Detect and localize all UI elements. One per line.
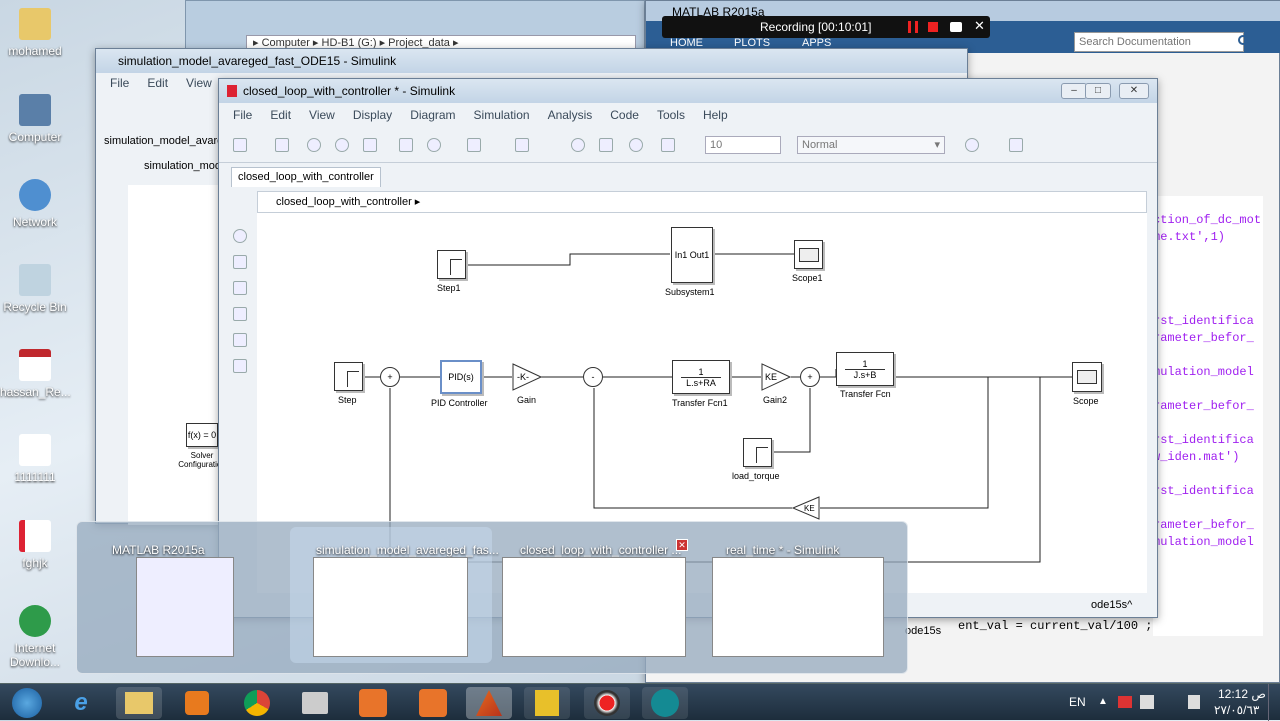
gain-block[interactable]: -K-	[512, 363, 542, 391]
scope-screen-icon	[798, 247, 819, 262]
gain-label: Gain	[517, 395, 537, 405]
tray-flag-icon[interactable]	[1118, 696, 1132, 708]
ke-feedback-value: KE	[804, 504, 815, 513]
media-player-icon[interactable]	[174, 687, 220, 719]
internet-explorer-icon: e	[74, 689, 88, 716]
pid-controller-block[interactable]: PID(s)	[440, 360, 482, 394]
arduino-logo-icon	[651, 689, 679, 717]
camera-app-icon	[419, 689, 447, 717]
thumbnail-image	[313, 557, 468, 657]
gain2-block[interactable]: KE	[761, 363, 791, 391]
app-yellow-icon[interactable]	[524, 687, 570, 719]
mpc-icon[interactable]	[292, 687, 338, 719]
subsystem1-label: Subsystem1	[665, 287, 715, 297]
thumbnail-image	[136, 557, 234, 657]
tray-volume-icon[interactable]	[1188, 695, 1200, 709]
step-label: Step	[338, 395, 357, 405]
gain-value: -K-	[517, 372, 529, 382]
scope1-label: Scope1	[792, 273, 823, 283]
step-icon	[755, 446, 768, 463]
chrome-logo-icon	[244, 690, 270, 716]
load-torque-label: load_torque	[732, 471, 780, 481]
thumbnail-image	[502, 557, 686, 657]
ke-feedback-block[interactable]: KE	[792, 496, 820, 520]
transfer-fcn1-label: Transfer Fcn1	[672, 398, 728, 408]
signal-line	[466, 253, 670, 266]
gain2-value: KE	[765, 372, 777, 382]
start-button[interactable]	[2, 687, 52, 719]
language-indicator[interactable]: EN	[1069, 695, 1086, 709]
clock-time[interactable]: 12:12 ص	[1218, 687, 1266, 701]
notepad-icon	[535, 690, 559, 716]
step1-label: Step1	[437, 283, 461, 293]
sum3-block[interactable]: +	[800, 367, 820, 387]
tray-arrow-icon[interactable]: ▲	[1098, 696, 1108, 707]
chrome-icon[interactable]	[234, 687, 280, 719]
taskbar: e EN ▲ 12:12 ص ٢٧/٠٥/٦٣	[0, 683, 1280, 721]
sum2-block[interactable]: -	[583, 367, 603, 387]
tray-network-icon[interactable]	[1140, 695, 1154, 709]
orange-app-icon	[359, 689, 387, 717]
recorder-icon[interactable]	[584, 687, 630, 719]
preview-closed-loop[interactable]: closed_loop_with_controller ... ✕	[494, 527, 694, 663]
step1-block[interactable]	[437, 250, 466, 279]
windows-logo-icon	[12, 688, 42, 718]
transfer-fcn-label: Transfer Fcn	[840, 389, 891, 399]
transfer-fcn-block[interactable]: 1 J.s+B	[836, 352, 894, 386]
matlab-taskbar-icon[interactable]	[466, 687, 512, 719]
matlab-logo-icon	[476, 690, 502, 716]
clapper-icon	[302, 692, 328, 714]
clock-date[interactable]: ٢٧/٠٥/٦٣	[1214, 703, 1259, 717]
app-orange-2-icon[interactable]	[410, 687, 456, 719]
step-icon	[449, 258, 462, 275]
step-icon	[346, 370, 359, 387]
preview-real-time[interactable]: real_time * - Simulink	[700, 527, 900, 663]
scope-screen-icon	[1077, 370, 1097, 384]
pid-controller-label: PID Controller	[431, 398, 488, 408]
sum-block[interactable]: +	[380, 367, 400, 387]
explorer-icon[interactable]	[116, 687, 162, 719]
show-desktop-button[interactable]	[1268, 684, 1280, 721]
preview-matlab[interactable]: MATLAB R2015a	[84, 527, 284, 663]
transfer-fcn1-block[interactable]: 1 L.s+RA	[672, 360, 730, 394]
ie-icon[interactable]: e	[58, 687, 104, 719]
arduino-icon[interactable]	[642, 687, 688, 719]
preview-close-icon[interactable]: ✕	[676, 539, 688, 551]
load-torque-block[interactable]	[743, 438, 772, 467]
preview-simulation-model[interactable]: simulation_model_avareged_fas...	[290, 527, 499, 663]
scope1-block[interactable]	[794, 240, 823, 269]
signal-line	[820, 369, 837, 378]
gain2-label: Gain2	[763, 395, 788, 405]
app-orange-1-icon[interactable]	[350, 687, 396, 719]
step-block[interactable]	[334, 362, 363, 391]
play-button-icon	[185, 691, 209, 715]
scope-label: Scope	[1073, 396, 1099, 406]
record-icon	[594, 690, 620, 716]
scope-block[interactable]	[1072, 362, 1102, 392]
subsystem1-block[interactable]: In1 Out1	[671, 227, 713, 283]
thumbnail-image	[712, 557, 884, 657]
folder-icon	[125, 692, 153, 714]
